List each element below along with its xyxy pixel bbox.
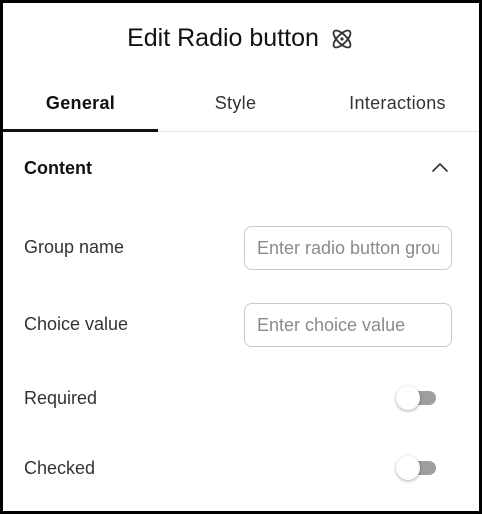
tab-general[interactable]: General bbox=[3, 82, 158, 131]
active-tab-indicator bbox=[3, 129, 158, 132]
tab-style[interactable]: Style bbox=[158, 82, 313, 131]
toggle-thumb bbox=[396, 386, 420, 410]
choice-value-label: Choice value bbox=[24, 314, 129, 334]
group-name-input[interactable] bbox=[244, 226, 452, 270]
edit-radio-button-panel: Edit Radio button General Style Interact… bbox=[0, 0, 482, 514]
section-title: Content bbox=[24, 157, 92, 178]
tab-interactions[interactable]: Interactions bbox=[313, 82, 479, 131]
content-section-header[interactable]: Content bbox=[3, 143, 479, 193]
choice-value-input[interactable] bbox=[244, 303, 452, 347]
required-label: Required bbox=[24, 388, 98, 408]
panel-title: Edit Radio button bbox=[127, 23, 319, 52]
required-toggle[interactable] bbox=[396, 386, 442, 410]
choice-value-row: Choice value bbox=[3, 303, 479, 347]
group-name-row: Group name bbox=[3, 226, 479, 270]
chevron-up-icon[interactable] bbox=[431, 159, 449, 177]
checked-toggle[interactable] bbox=[396, 456, 442, 480]
panel-header: Edit Radio button bbox=[3, 21, 479, 55]
tab-bar: General Style Interactions bbox=[3, 82, 479, 132]
checked-label: Checked bbox=[24, 458, 96, 478]
required-row: Required bbox=[3, 386, 479, 410]
toggle-thumb bbox=[396, 456, 420, 480]
checked-row: Checked bbox=[3, 456, 479, 480]
atom-icon bbox=[329, 26, 355, 52]
group-name-label: Group name bbox=[24, 237, 125, 257]
